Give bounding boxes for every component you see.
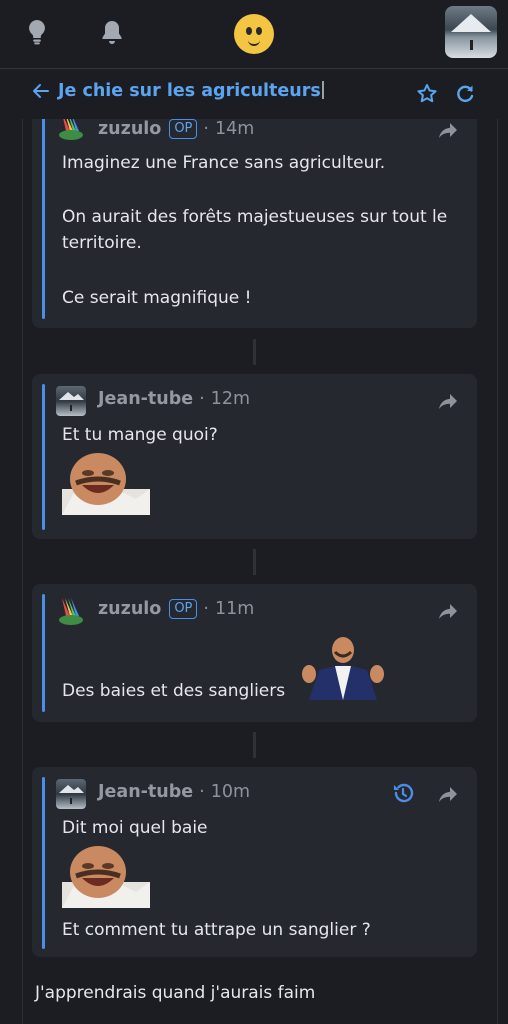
author-name[interactable]: Jean-tube [98, 782, 193, 802]
thread-line [42, 594, 45, 712]
laughing-face-sticker [62, 842, 150, 908]
op-badge: OP [169, 599, 198, 619]
comment-card: Jean-tube · 12m Et tu mange quoi? [32, 374, 477, 539]
author-name[interactable]: Jean-tube [98, 389, 193, 409]
thread-line [42, 777, 45, 949]
comment-text: Dit moi quel baie [62, 818, 208, 838]
comment-meta: zuzulo OP · 11m [98, 599, 255, 619]
share-icon[interactable] [437, 390, 459, 412]
refresh-icon[interactable] [453, 82, 477, 106]
author-name[interactable]: zuzulo [98, 119, 161, 139]
comment-card: Jean-tube · 10m Dit moi quel baie Et com… [32, 767, 477, 957]
share-icon[interactable] [437, 600, 459, 622]
comment-text: J'apprendrais quand j'aurais faim [35, 983, 316, 1003]
comment-meta: zuzulo OP · 14m [98, 119, 255, 139]
thread-line [42, 119, 45, 319]
share-icon[interactable] [437, 783, 459, 805]
comment-text: On aurait des forêts majestueuses sur to… [62, 207, 448, 227]
comment-text: Imaginez une France sans agriculteur. [62, 153, 386, 173]
comment-text: Ce serait magnifique ! [62, 288, 252, 308]
bell-icon[interactable] [96, 16, 128, 48]
user-avatar[interactable] [56, 596, 86, 626]
thread-connector [253, 549, 256, 575]
comment-text: Et tu mange quoi? [62, 425, 218, 445]
comment-text: Des baies et des sangliers [62, 681, 286, 701]
laughing-face-sticker [62, 449, 150, 515]
user-avatar[interactable] [56, 386, 86, 416]
user-avatar[interactable] [445, 6, 497, 58]
timestamp: 14m [214, 119, 255, 139]
comment-thread: zuzulo OP · 14m Imaginez une France sans… [22, 119, 498, 1024]
thread-connector [253, 732, 256, 758]
page-title[interactable]: Je chie sur les agriculteurs [58, 81, 324, 101]
comment-text: territoire. [62, 233, 142, 253]
thread-connector [253, 339, 256, 365]
timestamp: 11m [214, 599, 255, 619]
share-icon[interactable] [437, 119, 459, 141]
comment-meta: Jean-tube · 10m [98, 782, 251, 802]
timestamp: 10m [210, 782, 251, 802]
user-avatar[interactable] [56, 779, 86, 809]
comment-card: zuzulo OP · 11m Des baies et des sanglie… [32, 584, 477, 722]
comment-meta: Jean-tube · 12m [98, 389, 251, 409]
comment-text: Et comment tu attrape un sanglier ? [62, 920, 371, 940]
timestamp: 12m [210, 389, 251, 409]
op-badge: OP [169, 119, 198, 139]
comment-card: zuzulo OP · 14m Imaginez une France sans… [32, 119, 477, 328]
history-icon[interactable] [391, 781, 415, 805]
lightbulb-icon[interactable] [21, 16, 53, 48]
text-cursor [321, 81, 324, 99]
thread-line [42, 384, 45, 530]
back-arrow-icon[interactable] [31, 81, 51, 101]
user-avatar[interactable] [56, 119, 86, 141]
page-header: Je chie sur les agriculteurs [0, 69, 508, 119]
star-icon[interactable] [415, 82, 439, 106]
top-navigation-bar [0, 0, 508, 69]
emoji-face-icon[interactable] [234, 14, 274, 54]
laughing-man-sticker [299, 634, 387, 700]
author-name[interactable]: zuzulo [98, 599, 161, 619]
